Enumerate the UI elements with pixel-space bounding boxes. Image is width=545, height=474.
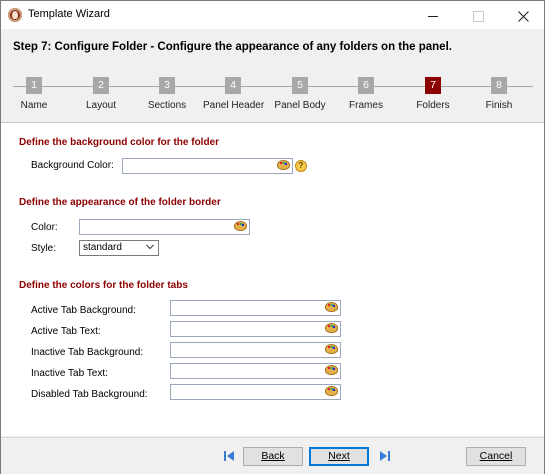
active-tab-text-label: Active Tab Text: <box>31 326 101 337</box>
color-picker-icon[interactable] <box>325 301 338 314</box>
next-button[interactable]: Next <box>309 447 369 466</box>
help-icon[interactable]: ? <box>295 160 307 172</box>
active-tab-text-field[interactable] <box>170 321 341 337</box>
maximize-icon <box>472 10 484 22</box>
cancel-label: Cancel <box>479 450 513 462</box>
color-picker-icon[interactable] <box>277 159 290 172</box>
disabled-tab-background-field[interactable] <box>170 384 341 400</box>
border-heading: Define the appearance of the folder bord… <box>19 197 221 208</box>
first-page-icon[interactable] <box>223 450 235 462</box>
step-5[interactable]: 5 Panel Body <box>270 77 330 111</box>
step-7[interactable]: 7 Folders <box>403 77 463 111</box>
step-number: 3 <box>159 77 175 94</box>
border-style-label: Style: <box>31 243 57 254</box>
inactive-tab-text-label: Inactive Tab Text: <box>31 368 108 379</box>
disabled-tab-background-label: Disabled Tab Background: <box>31 389 148 400</box>
step-label: Layout <box>85 100 117 111</box>
border-color-label: Color: <box>31 222 58 233</box>
color-picker-icon[interactable] <box>234 220 247 233</box>
step-1[interactable]: 1 Name <box>4 77 64 111</box>
step-number: 1 <box>26 77 42 94</box>
step-3[interactable]: 3 Sections <box>137 77 197 111</box>
last-page-icon[interactable] <box>379 450 391 462</box>
minimize-icon <box>428 15 438 17</box>
step-title: Step 7: Configure Folder - Configure the… <box>13 41 452 53</box>
wizard-footer: Back Next Cancel <box>1 437 544 474</box>
inactive-tab-background-label: Inactive Tab Background: <box>31 347 144 358</box>
background-heading: Define the background color for the fold… <box>19 137 220 148</box>
minimize-button[interactable] <box>411 1 455 29</box>
inactive-tab-text-field[interactable] <box>170 363 341 379</box>
cancel-button[interactable]: Cancel <box>466 447 526 466</box>
wizard-window: Template Wizard Step 7: Configure Folder… <box>0 0 545 474</box>
step-label: Panel Header <box>203 100 265 111</box>
back-label: Back <box>261 450 285 462</box>
step-label: Panel Body <box>274 100 326 111</box>
step-label: Finish <box>485 100 513 111</box>
border-style-select[interactable]: standard <box>79 240 159 256</box>
step-6[interactable]: 6 Frames <box>336 77 396 111</box>
close-icon <box>517 10 529 22</box>
content-panel: Define the background color for the fold… <box>1 123 544 436</box>
step-label: Name <box>20 100 48 111</box>
chevron-down-icon <box>146 244 154 250</box>
step-label: Frames <box>349 100 383 111</box>
step-label: Sections <box>147 100 187 111</box>
color-picker-icon[interactable] <box>325 364 338 377</box>
color-picker-icon[interactable] <box>325 343 338 356</box>
border-color-field[interactable] <box>79 219 250 235</box>
inactive-tab-background-field[interactable] <box>170 342 341 358</box>
step-number: 4 <box>225 77 241 94</box>
background-color-field[interactable] <box>122 158 293 174</box>
color-picker-icon[interactable] <box>325 385 338 398</box>
color-picker-icon[interactable] <box>325 322 338 335</box>
wizard-header: Step 7: Configure Folder - Configure the… <box>1 29 544 123</box>
step-number: 2 <box>93 77 109 94</box>
maximize-button[interactable] <box>456 1 500 29</box>
step-number: 5 <box>292 77 308 94</box>
next-label: Next <box>328 450 350 462</box>
template-wizard-icon <box>8 8 22 22</box>
active-tab-background-field[interactable] <box>170 300 341 316</box>
title-bar: Template Wizard <box>1 1 544 29</box>
background-color-label: Background Color: <box>31 160 114 171</box>
step-number: 6 <box>358 77 374 94</box>
step-8[interactable]: 8 Finish <box>469 77 529 111</box>
border-style-value: standard <box>83 242 122 253</box>
tabs-heading: Define the colors for the folder tabs <box>19 280 188 291</box>
step-number: 8 <box>491 77 507 94</box>
window-title: Template Wizard <box>28 8 110 20</box>
step-number: 7 <box>425 77 441 94</box>
step-2[interactable]: 2 Layout <box>71 77 131 111</box>
close-button[interactable] <box>501 1 545 29</box>
active-tab-background-label: Active Tab Background: <box>31 305 136 316</box>
step-label: Folders <box>416 100 450 111</box>
step-4[interactable]: 4 Panel Header <box>203 77 265 111</box>
back-button[interactable]: Back <box>243 447 303 466</box>
